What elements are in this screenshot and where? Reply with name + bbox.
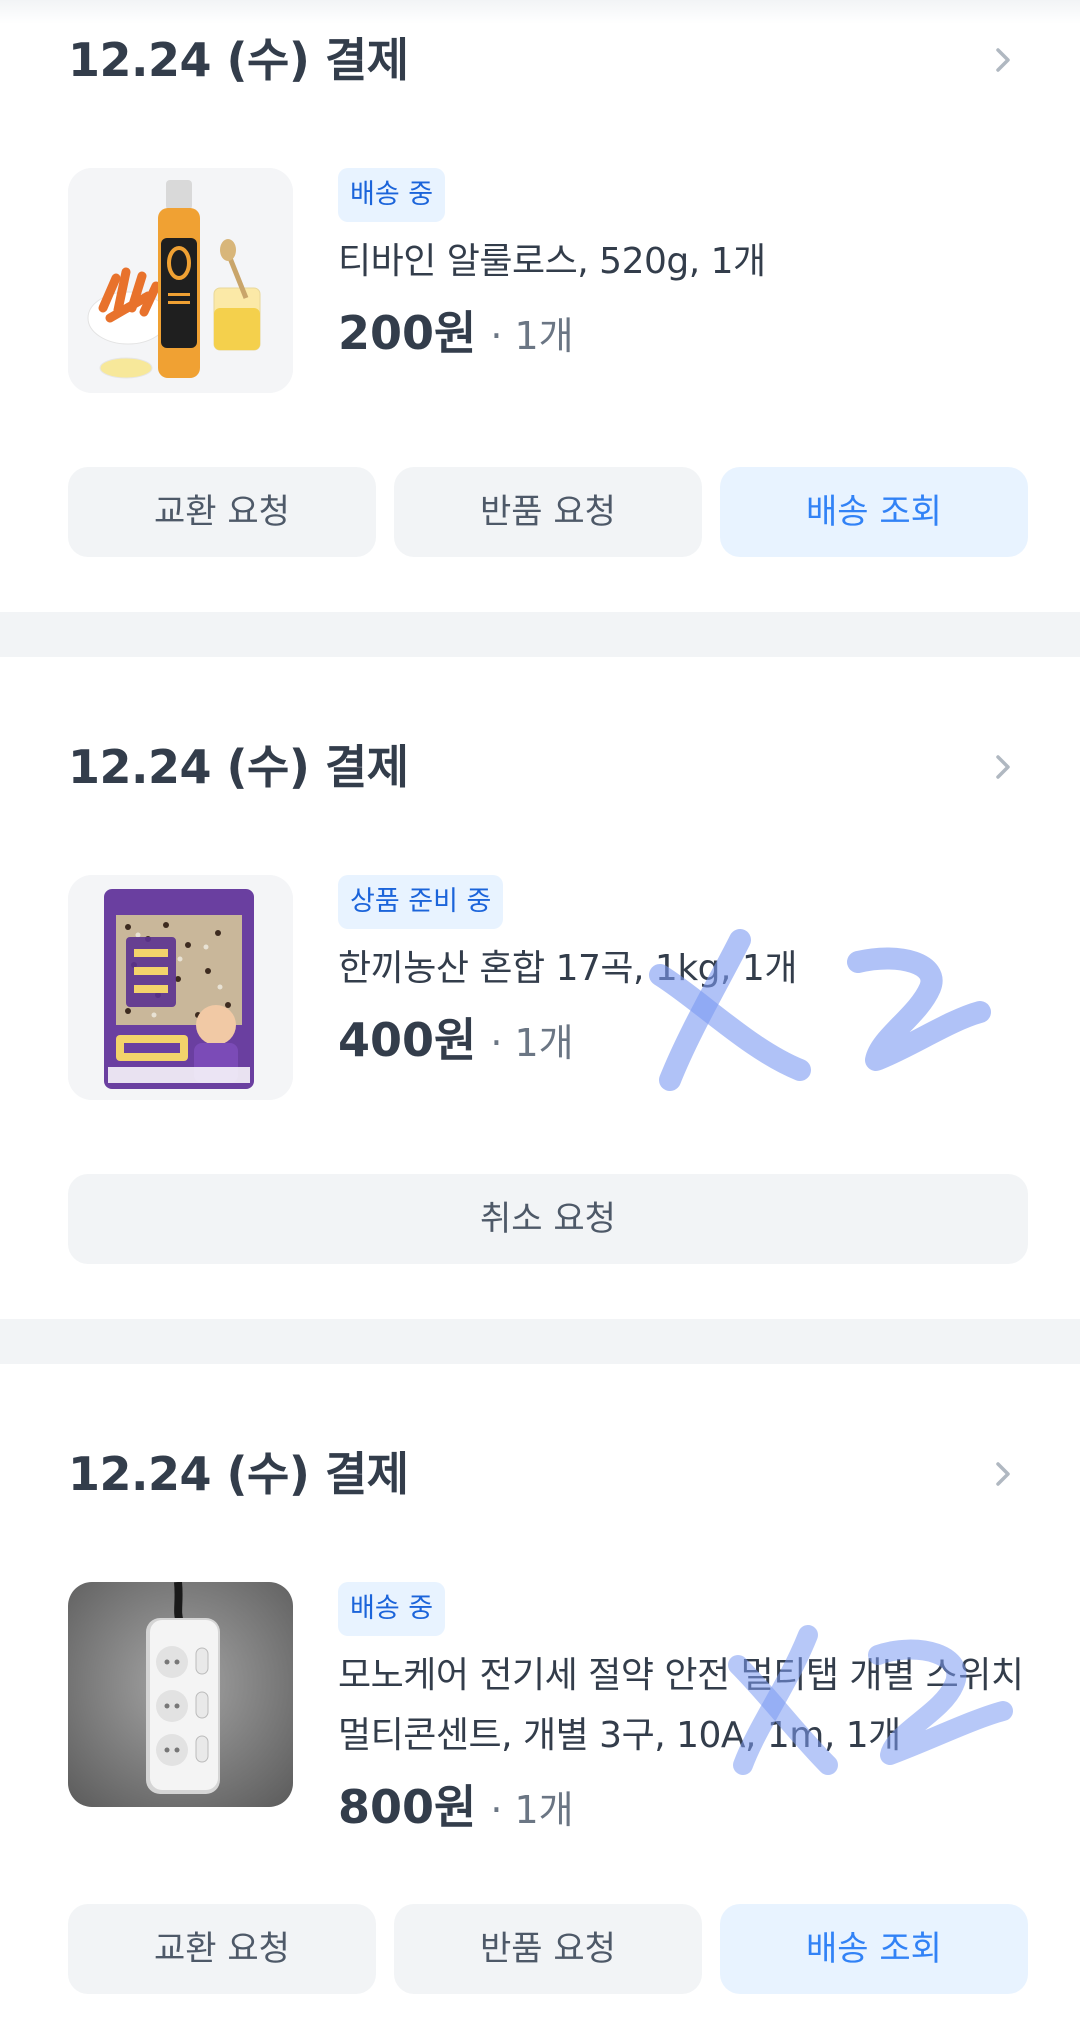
order-list-page: 12.24 (수) 결제 배송 중 티바인 알룰로스, 520g, 1개 200…	[0, 0, 1080, 2033]
order-date: 12.24 (수) 결제	[68, 740, 409, 794]
chevron-right-icon[interactable]	[988, 752, 1018, 782]
status-badge: 배송 중	[338, 168, 446, 222]
status-badge: 배송 중	[338, 1582, 446, 1636]
product-price: 400원	[338, 1013, 477, 1067]
product-name[interactable]: 티바인 알룰로스, 520g, 1개	[338, 232, 1028, 292]
product-info: 상품 준비 중 한끼농산 혼합 17곡, 1kg, 1개 400원 · 1개	[338, 875, 1028, 1084]
order-header[interactable]: 12.24 (수) 결제	[68, 1439, 1018, 1509]
chevron-right-icon[interactable]	[988, 1459, 1018, 1489]
price-row: 200원 · 1개	[338, 300, 1028, 377]
order-card: 12.24 (수) 결제	[0, 0, 1080, 612]
product-quantity: · 1개	[490, 314, 574, 358]
allulose-bottle-image	[68, 168, 293, 393]
return-request-button[interactable]: 반품 요청	[394, 467, 702, 557]
power-strip-image	[68, 1582, 293, 1807]
section-divider	[0, 612, 1080, 657]
price-row: 400원 · 1개	[338, 1007, 1028, 1084]
product-name[interactable]: 한끼농산 혼합 17곡, 1kg, 1개	[338, 939, 1028, 999]
product-image[interactable]	[68, 875, 293, 1100]
product-info: 배송 중 티바인 알룰로스, 520g, 1개 200원 · 1개	[338, 168, 1028, 377]
cancel-request-button[interactable]: 취소 요청	[68, 1174, 1028, 1264]
section-divider	[0, 1319, 1080, 1364]
product-price: 800원	[338, 1780, 477, 1834]
product-name[interactable]: 모노케어 전기세 절약 안전 멀티탭 개별 스위치 멀티콘센트, 개별 3구, …	[338, 1646, 1028, 1766]
chevron-right-icon[interactable]	[988, 45, 1018, 75]
order-date: 12.24 (수) 결제	[68, 1447, 409, 1501]
product-image[interactable]	[68, 1582, 293, 1807]
exchange-request-button[interactable]: 교환 요청	[68, 467, 376, 557]
product-quantity: · 1개	[490, 1021, 574, 1065]
product-image[interactable]	[68, 168, 293, 393]
product-quantity: · 1개	[490, 1788, 574, 1832]
top-scroll-shadow	[0, 0, 1080, 24]
status-badge: 상품 준비 중	[338, 875, 504, 929]
return-request-button[interactable]: 반품 요청	[394, 1904, 702, 1994]
order-date: 12.24 (수) 결제	[68, 33, 409, 87]
price-row: 800원 · 1개	[338, 1774, 1028, 1851]
exchange-request-button[interactable]: 교환 요청	[68, 1904, 376, 1994]
order-card: 12.24 (수) 결제	[0, 657, 1080, 1319]
order-card: 12.24 (수) 결제	[0, 1364, 1080, 2033]
order-header[interactable]: 12.24 (수) 결제	[68, 732, 1018, 802]
track-delivery-button[interactable]: 배송 조회	[720, 467, 1028, 557]
grain-bag-image	[68, 875, 293, 1100]
product-info: 배송 중 모노케어 전기세 절약 안전 멀티탭 개별 스위치 멀티콘센트, 개별…	[338, 1582, 1028, 1851]
track-delivery-button[interactable]: 배송 조회	[720, 1904, 1028, 1994]
order-header[interactable]: 12.24 (수) 결제	[68, 25, 1018, 95]
product-price: 200원	[338, 306, 477, 360]
